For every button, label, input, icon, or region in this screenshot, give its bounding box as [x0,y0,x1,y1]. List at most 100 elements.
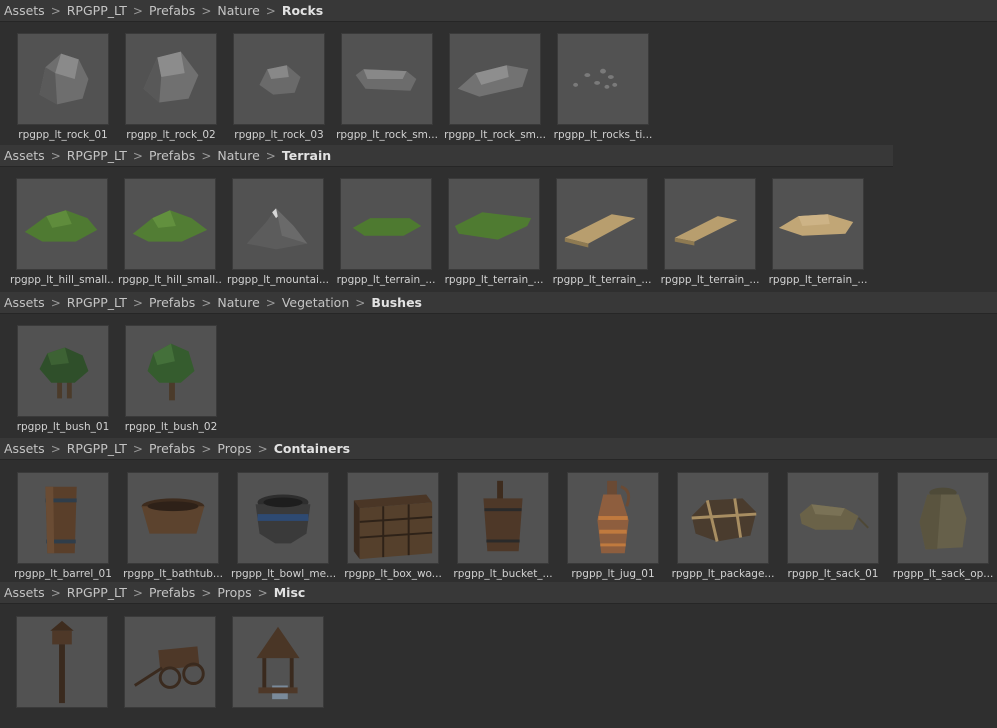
asset-tile[interactable]: rpgpp_lt_bush_01 [15,325,111,437]
breadcrumb-rpgpp-lt[interactable]: RPGPP_LT [67,441,127,456]
asset-label: rpgpp_lt_package... [671,568,775,580]
asset-tile[interactable]: rpgpp_lt_bathtub... [123,472,223,584]
breadcrumb-assets[interactable]: Assets [4,295,45,310]
chevron-right-icon: > [201,441,212,456]
signpost-icon [16,616,108,708]
breadcrumb-assets[interactable]: Assets [4,148,45,163]
asset-tile[interactable]: rpgpp_lt_rock_02 [123,33,219,145]
breadcrumb-containers: Assets > RPGPP_LT > Prefabs > Props > Contai… [0,438,997,460]
breadcrumb-nature[interactable]: Nature [217,3,259,18]
asset-tile[interactable]: rpgpp_lt_hill_small... [118,178,222,290]
chevron-right-icon: > [355,295,366,310]
breadcrumb-assets[interactable]: Assets [4,3,45,18]
pebbles-icon [557,33,649,125]
asset-tile[interactable]: rpgpp_lt_rock_03 [231,33,327,145]
asset-tile[interactable]: rpgpp_lt_bucket_... [453,472,553,584]
breadcrumb-props[interactable]: Props [217,441,251,456]
breadcrumb-rpgpp-lt[interactable]: RPGPP_LT [67,3,127,18]
breadcrumb-prefabs[interactable]: Prefabs [149,441,195,456]
breadcrumb-terrain-current[interactable]: Terrain [282,148,331,163]
asset-label: rpgpp_lt_hill_small... [118,274,222,286]
asset-tile[interactable]: rpgpp_lt_terrain_... [337,178,435,290]
asset-tile[interactable]: rpgpp_lt_mountai... [227,178,329,290]
breadcrumb-rocks-current[interactable]: Rocks [282,3,323,18]
rock-icon [125,33,217,125]
chevron-right-icon: > [201,585,212,600]
sand-patch-icon [556,178,648,270]
breadcrumb-nature[interactable]: Nature [217,148,259,163]
asset-tile[interactable]: rpgpp_lt_bowl_me... [231,472,335,584]
package-icon [677,472,769,564]
asset-tile[interactable]: rpgpp_lt_terrain_... [553,178,651,290]
asset-tile[interactable] [122,616,218,728]
asset-label: rpgpp_lt_terrain_... [552,274,652,286]
chevron-right-icon: > [201,295,212,310]
asset-tile[interactable]: rpgpp_lt_jug_01 [565,472,661,584]
flat-rock-icon [449,33,541,125]
breadcrumb-rpgpp-lt[interactable]: RPGPP_LT [67,148,127,163]
breadcrumb-props[interactable]: Props [217,585,251,600]
asset-label: rpgpp_lt_bowl_me... [231,568,335,580]
asset-tile[interactable]: rpgpp_lt_box_wo... [344,472,442,584]
asset-label: rpgpp_lt_terrain_... [768,274,868,286]
asset-tile[interactable]: rpgpp_lt_terrain_... [661,178,759,290]
breadcrumb-assets[interactable]: Assets [4,585,45,600]
asset-tile[interactable]: rpgpp_lt_terrain_... [769,178,867,290]
barrel-icon [17,472,109,564]
asset-tile[interactable]: rpgpp_lt_terrain_... [445,178,543,290]
asset-label: rpgpp_lt_terrain_... [660,274,760,286]
asset-tile[interactable]: rpgpp_lt_package... [672,472,774,584]
chevron-right-icon: > [257,585,268,600]
asset-label: rpgpp_lt_mountai... [227,274,329,286]
asset-tile[interactable] [14,616,110,728]
asset-label: rpgpp_lt_terrain_... [444,274,544,286]
breadcrumb-assets[interactable]: Assets [4,441,45,456]
asset-label: rpgpp_lt_barrel_01 [14,568,112,580]
bathtub-icon [127,472,219,564]
breadcrumb-prefabs[interactable]: Prefabs [149,585,195,600]
chevron-right-icon: > [50,585,61,600]
asset-tile[interactable]: rpgpp_lt_sack_op... [893,472,993,584]
breadcrumb-containers-current[interactable]: Containers [274,441,350,456]
asset-label: rpgpp_lt_rock_sm... [444,129,546,141]
breadcrumb-prefabs[interactable]: Prefabs [149,3,195,18]
asset-tile[interactable]: rpgpp_lt_rocks_ti... [554,33,652,145]
breadcrumb-prefabs[interactable]: Prefabs [149,295,195,310]
sand-patch-icon [664,178,756,270]
asset-tile[interactable]: rpgpp_lt_rock_sm... [336,33,438,145]
asset-tile[interactable]: rpgpp_lt_barrel_01 [14,472,112,584]
asset-label: rpgpp_lt_rocks_ti... [553,129,653,141]
asset-label: rpgpp_lt_bathtub... [123,568,223,580]
chevron-right-icon: > [50,441,61,456]
grass-patch-icon [340,178,432,270]
chevron-right-icon: > [50,148,61,163]
open-sack-icon [897,472,989,564]
breadcrumb-misc-current[interactable]: Misc [274,585,306,600]
asset-tile[interactable]: rpgpp_lt_hill_small... [10,178,114,290]
asset-tile[interactable]: rpgpp_lt_bush_02 [123,325,219,437]
breadcrumb-vegetation[interactable]: Vegetation [282,295,349,310]
asset-label: rpgpp_lt_sack_op... [892,568,994,580]
asset-tile[interactable]: rpgpp_lt_rock_sm... [444,33,546,145]
asset-label: rpgpp_lt_terrain_... [336,274,436,286]
rock-icon [17,33,109,125]
chevron-right-icon: > [132,585,143,600]
breadcrumb-nature[interactable]: Nature [217,295,259,310]
mountain-icon [232,178,324,270]
asset-tile[interactable] [230,616,326,728]
breadcrumb-bushes-current[interactable]: Bushes [371,295,422,310]
breadcrumb-prefabs[interactable]: Prefabs [149,148,195,163]
asset-tile[interactable]: rpgpp_lt_sack_01 [785,472,881,584]
chevron-right-icon: > [265,3,276,18]
breadcrumb-rpgpp-lt[interactable]: RPGPP_LT [67,295,127,310]
asset-label: rpgpp_lt_sack_01 [787,568,879,580]
asset-label: rpgpp_lt_rock_03 [234,129,324,141]
well-icon [232,616,324,708]
asset-label: rpgpp_lt_rock_02 [126,129,216,141]
asset-tile[interactable]: rpgpp_lt_rock_01 [15,33,111,145]
chevron-right-icon: > [132,3,143,18]
sack-icon [787,472,879,564]
breadcrumb-bushes: Assets > RPGPP_LT > Prefabs > Nature > Veget… [0,292,997,314]
breadcrumb-rpgpp-lt[interactable]: RPGPP_LT [67,585,127,600]
asset-label: rpgpp_lt_jug_01 [571,568,655,580]
